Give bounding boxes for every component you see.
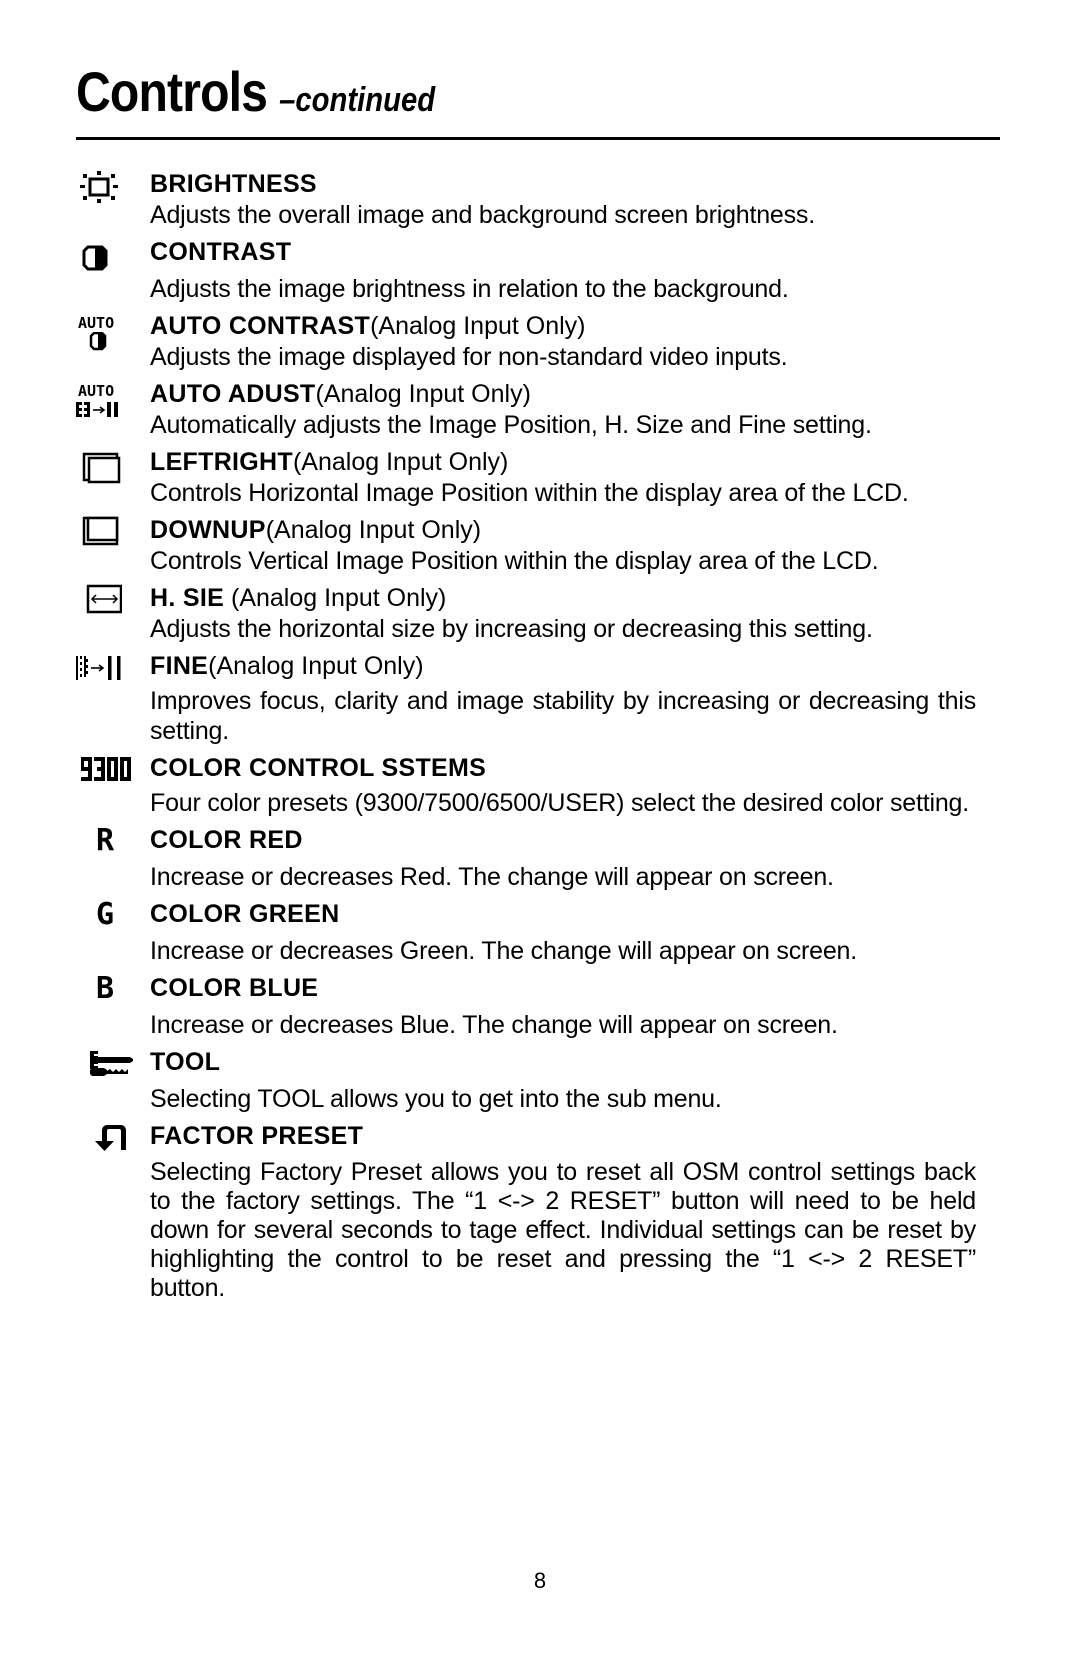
red-letter: R bbox=[96, 823, 115, 858]
tool-wrench-screwdriver-icon bbox=[88, 1050, 144, 1094]
page-title: Controls –continued bbox=[76, 64, 435, 120]
auto-label: AUTO bbox=[78, 314, 115, 332]
control-name: FINE bbox=[150, 652, 209, 680]
control-name: BRIGHTNESS bbox=[150, 170, 317, 198]
down-up-position-icon bbox=[78, 516, 134, 560]
auto-adjust-icon: AUTO bbox=[76, 380, 134, 424]
control-qualifier: (Analog Input Only) bbox=[315, 380, 531, 408]
control-description: Increase or decreases Green. The change … bbox=[150, 937, 857, 965]
horizontal-size-icon bbox=[78, 584, 134, 628]
control-description: Automatically adjusts the Image Position… bbox=[150, 411, 872, 439]
title-rule bbox=[76, 137, 1000, 140]
control-description: Increase or decreases Blue. The change w… bbox=[150, 1011, 838, 1039]
control-name: AUTO ADUST bbox=[150, 380, 316, 408]
fine-icon bbox=[76, 654, 132, 698]
control-entry-down-up: DOWNUP(Analog Input Only) Controls Verti… bbox=[0, 514, 1080, 576]
control-description: Adjusts the image brightness in relation… bbox=[150, 275, 789, 303]
control-qualifier: (Analog Input Only) bbox=[292, 448, 509, 476]
control-name: LEFTRIGHT bbox=[150, 448, 293, 476]
control-description: Adjusts the horizontal size by increasin… bbox=[150, 615, 873, 643]
color-9300-icon bbox=[80, 754, 136, 798]
control-entry-h-size: H. SIE (Analog Input Only) Adjusts the h… bbox=[0, 582, 1080, 644]
control-name: COLOR RED bbox=[150, 826, 303, 854]
factory-preset-return-icon bbox=[92, 1122, 148, 1166]
title-subtitle: –continued bbox=[279, 81, 436, 119]
control-name: DOWNUP bbox=[150, 516, 266, 544]
control-entry-auto-adjust: AUTO AUTO ADUST(Analog Input Only) Autom… bbox=[0, 378, 1080, 440]
control-qualifier: (Analog Input Only) bbox=[208, 652, 424, 680]
color-blue-icon: B bbox=[78, 974, 134, 1018]
control-description: Improves focus, clarity and image stabil… bbox=[150, 687, 976, 745]
left-right-position-icon bbox=[78, 452, 134, 496]
control-entry-color-green: G COLOR GREEN Increase or decreases Gree… bbox=[0, 898, 1080, 966]
control-entry-color-red: R COLOR RED Increase or decreases Red. T… bbox=[0, 824, 1080, 892]
control-description: Four color presets (9300/7500/6500/USER)… bbox=[150, 789, 969, 817]
control-entry-factory-preset: FACTOR PRESET Selecting Factory Preset a… bbox=[0, 1120, 1080, 1303]
control-entry-left-right: LEFTRIGHT(Analog Input Only) Controls Ho… bbox=[0, 446, 1080, 508]
color-red-icon: R bbox=[78, 826, 134, 870]
green-letter: G bbox=[96, 897, 115, 932]
control-qualifier: (Analog Input Only) bbox=[370, 312, 586, 340]
control-name: COLOR GREEN bbox=[150, 900, 340, 928]
control-name: CONTRAST bbox=[150, 238, 292, 266]
page-number: 8 bbox=[533, 1568, 547, 1593]
color-green-icon: G bbox=[78, 900, 134, 944]
control-entry-auto-contrast: AUTO AUTO CONTRAST(Analog Input Only) Ad… bbox=[0, 310, 1080, 372]
control-entry-contrast: CONTRAST Adjusts the image brightness in… bbox=[0, 236, 1080, 304]
control-entry-tool: TOOL Selecting TOOL allows you to get in… bbox=[0, 1046, 1080, 1114]
control-name: COLOR CONTROL SSTEMS bbox=[150, 754, 487, 782]
control-description: Adjusts the image displayed for non-stan… bbox=[150, 343, 788, 371]
control-name: H. SIE bbox=[150, 584, 225, 612]
control-description: Selecting Factory Preset allows you to r… bbox=[150, 1158, 976, 1302]
control-qualifier: (Analog Input Only) bbox=[224, 584, 447, 612]
controls-list: BRIGHTNESS Adjusts the overall image and… bbox=[0, 168, 1080, 1309]
control-description: Increase or decreases Red. The change wi… bbox=[150, 863, 834, 891]
control-description: Adjusts the overall image and background… bbox=[150, 201, 815, 229]
control-name: FACTOR PRESET bbox=[150, 1122, 364, 1150]
title-main: Controls bbox=[76, 60, 268, 123]
control-entry-color-control-systems: COLOR CONTROL SSTEMS Four color presets … bbox=[0, 752, 1080, 818]
control-name: COLOR BLUE bbox=[150, 974, 319, 1002]
control-name: AUTO CONTRAST bbox=[150, 312, 371, 340]
control-name: TOOL bbox=[150, 1048, 221, 1076]
control-qualifier: (Analog Input Only) bbox=[265, 516, 482, 544]
control-entry-color-blue: B COLOR BLUE Increase or decreases Blue.… bbox=[0, 972, 1080, 1040]
auto-contrast-icon: AUTO bbox=[78, 312, 134, 356]
auto-label: AUTO bbox=[78, 382, 115, 400]
contrast-half-circle-icon bbox=[78, 242, 134, 286]
brightness-sun-icon bbox=[78, 170, 134, 214]
control-entry-brightness: BRIGHTNESS Adjusts the overall image and… bbox=[0, 168, 1080, 230]
blue-letter: B bbox=[96, 971, 115, 1006]
control-description: Selecting TOOL allows you to get into th… bbox=[150, 1085, 722, 1113]
control-description: Controls Vertical Image Position within … bbox=[150, 547, 879, 575]
control-entry-fine: FINE(Analog Input Only) Improves focus, … bbox=[0, 650, 1080, 746]
control-description: Controls Horizontal Image Position withi… bbox=[150, 479, 909, 507]
